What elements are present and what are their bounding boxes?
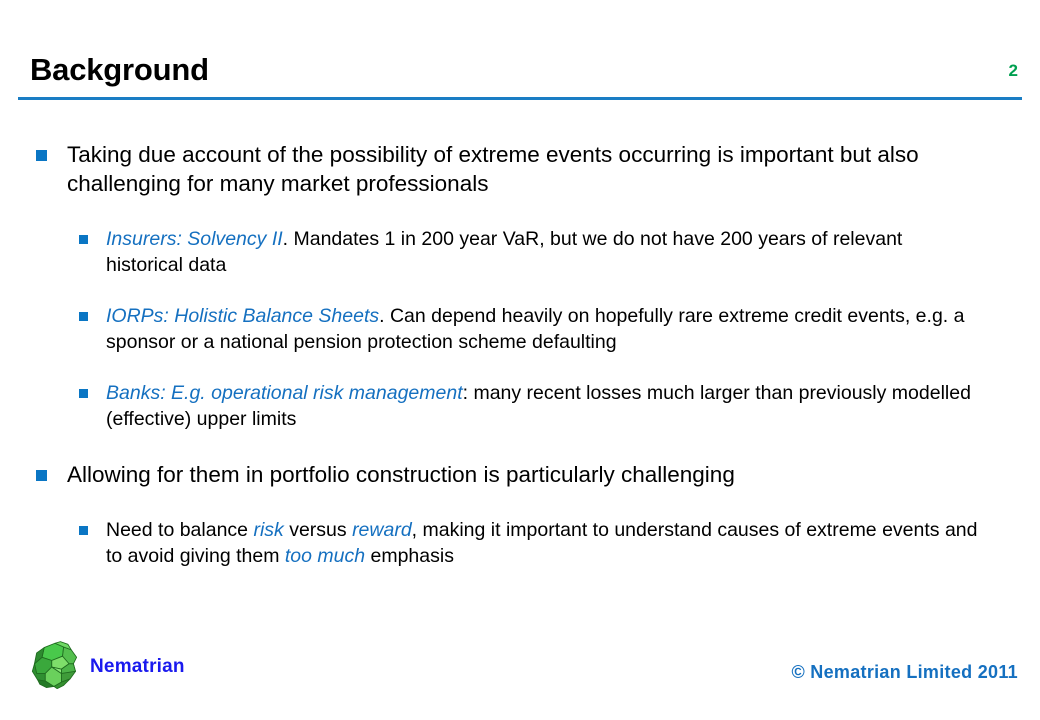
bullet-marker-icon [36,470,47,481]
bullet-marker-icon [79,312,88,321]
logo-text: Nematrian [90,656,185,677]
bullet-text: IORPs: Holistic Balance Sheets. Can depe… [106,305,964,353]
bullet-level-2: Need to balance risk versus reward, maki… [0,517,1040,569]
body-text: Taking due account of the possibility of… [67,142,919,196]
emphasis-text: risk [253,519,284,541]
bullet-text: Need to balance risk versus reward, maki… [106,519,977,567]
bullet-level-2: IORPs: Holistic Balance Sheets. Can depe… [0,303,1040,355]
page-number: 2 [1008,61,1018,80]
emphasis-text: reward [352,519,412,541]
emphasis-text: Banks: E.g. operational risk management [106,382,463,404]
bullet-spacer [0,489,1040,517]
body-text: emphasis [365,545,454,567]
bullet-spacer [0,198,1040,226]
emphasis-text: Insurers: Solvency II [106,228,283,250]
bullet-spacer [0,432,1040,460]
bullet-text: Taking due account of the possibility of… [67,142,919,196]
bullet-level-1: Taking due account of the possibility of… [0,140,1040,198]
bullet-marker-icon [79,526,88,535]
bullet-marker-icon [79,235,88,244]
bullet-text: Banks: E.g. operational risk management:… [106,382,971,430]
bullet-level-2: Insurers: Solvency II. Mandates 1 in 200… [0,226,1040,278]
slide-body: Taking due account of the possibility of… [0,140,1040,569]
bullet-level-1: Allowing for them in portfolio construct… [0,460,1040,489]
bullet-text: Allowing for them in portfolio construct… [67,462,735,487]
emphasis-text: too much [284,545,366,567]
emphasis-text: IORPs: Holistic Balance Sheets [106,305,380,327]
bullet-marker-icon [36,150,47,161]
presentation-slide: Background 2 Taking due account of the p… [0,0,1040,720]
bullet-text: Insurers: Solvency II. Mandates 1 in 200… [106,228,902,276]
body-text: versus [283,519,353,541]
body-text: Need to balance [106,519,254,541]
body-text: Allowing for them in portfolio construct… [67,462,735,487]
bullet-level-2: Banks: E.g. operational risk management:… [0,380,1040,432]
copyright-notice: © Nematrian Limited 2011 [791,662,1018,682]
title-divider [18,97,1022,100]
bullet-marker-icon [79,389,88,398]
polyhedron-logo-icon [31,641,78,690]
page-title: Background [30,52,209,87]
footer-logo: Nematrian [28,640,185,694]
